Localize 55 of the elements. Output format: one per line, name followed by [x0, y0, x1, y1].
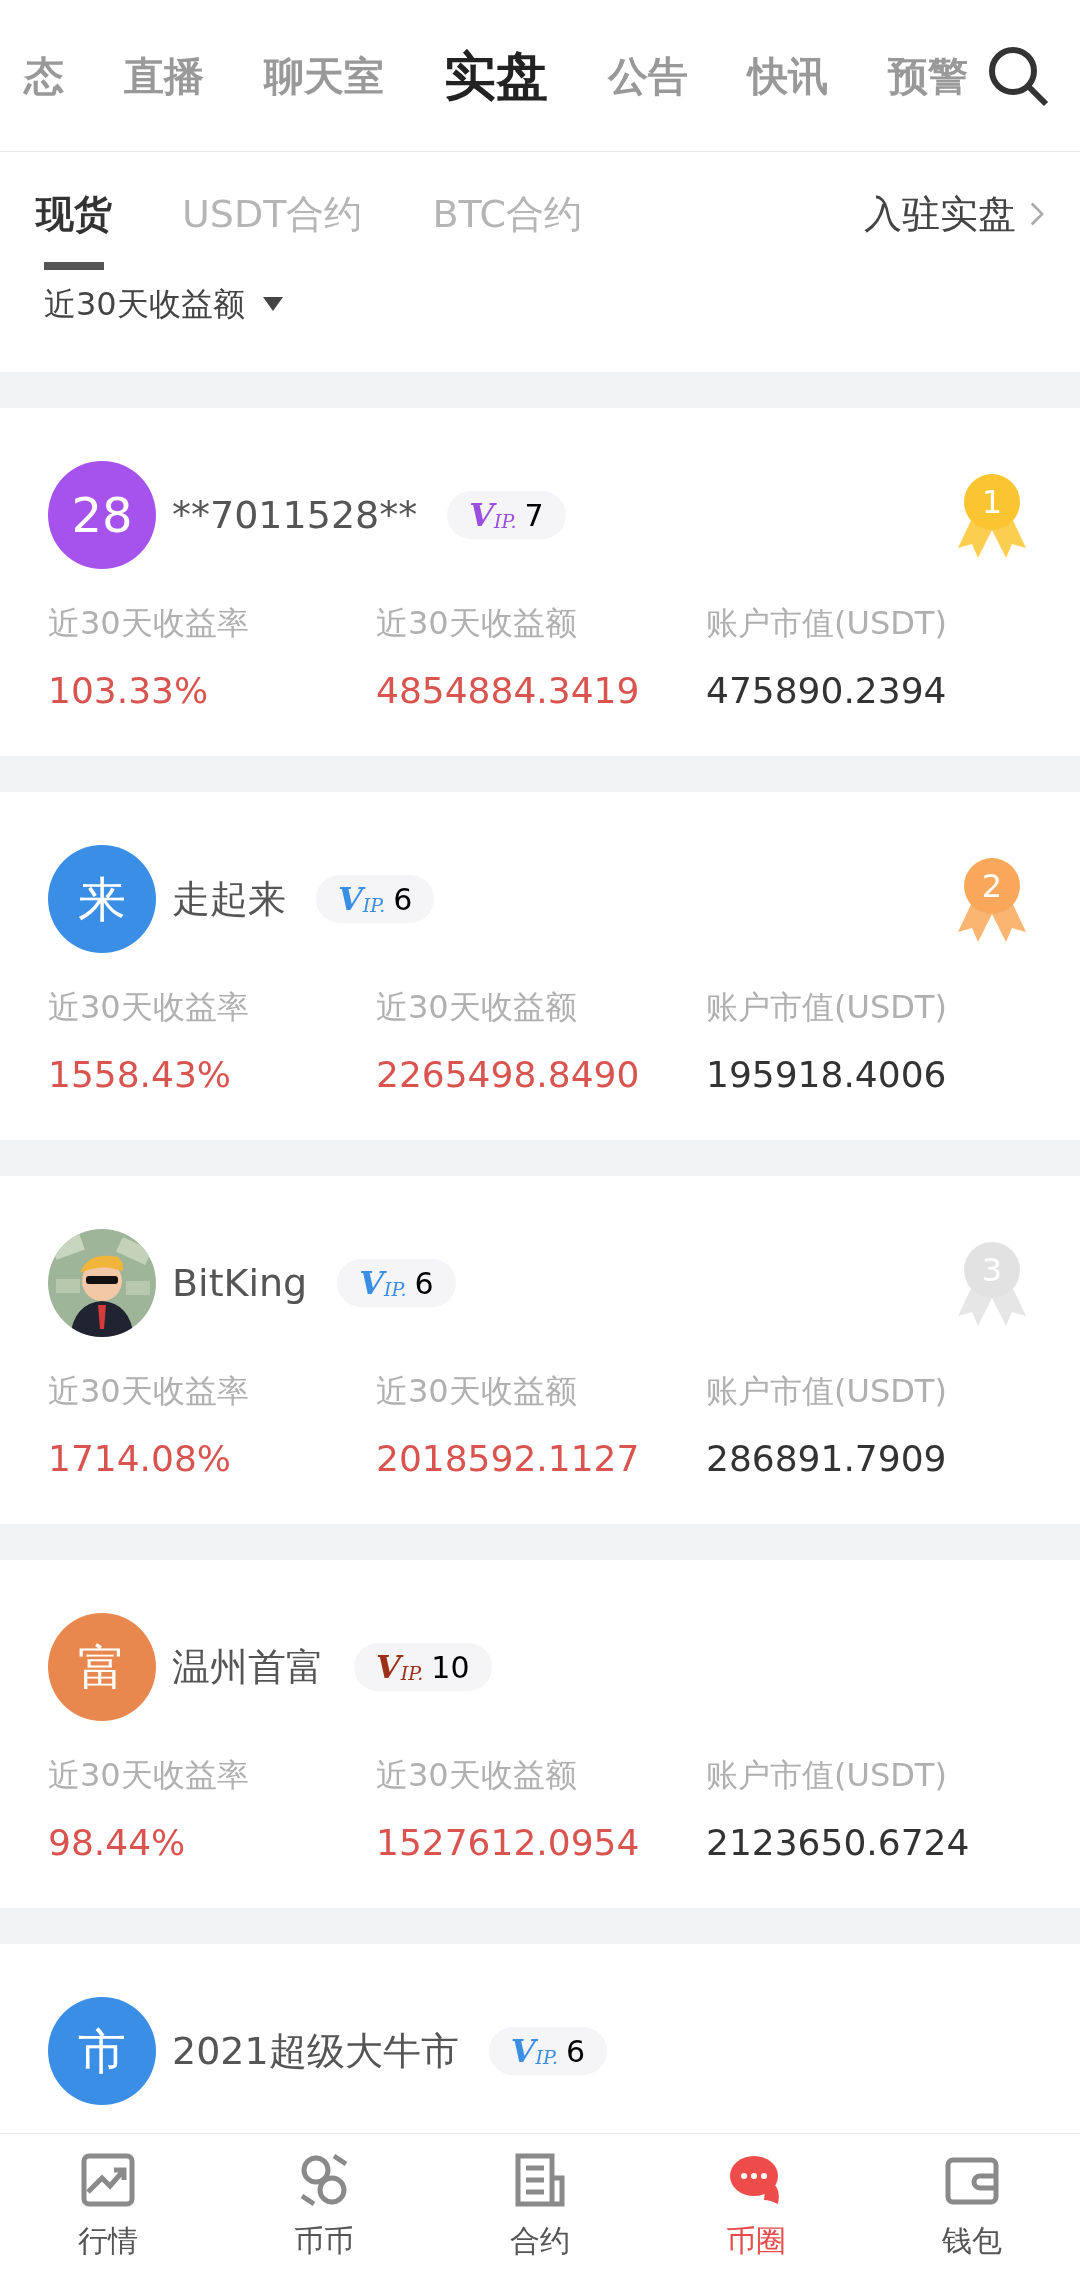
stat-value: 4854884.3419 — [376, 671, 640, 711]
vip-badge: VIP. 10 — [354, 1643, 492, 1691]
stat-value: 2018592.1127 — [376, 1439, 640, 1479]
rank-number: 2 — [980, 866, 1004, 906]
trader-card[interactable]: 来 走起来 VIP. 6 2 近30天收益率 1558.43% 近30天收益额 2265498.8490 账户市值(USDT) 195918.4006 — [0, 792, 1080, 1140]
stat-label: 账户市值(USDT) — [706, 603, 947, 643]
stat-value: 2265498.8490 — [376, 1055, 640, 1095]
stat-label: 账户市值(USDT) — [706, 987, 947, 1027]
stat-value: 1714.08% — [48, 1439, 232, 1479]
trader-name: BitKing — [172, 1259, 308, 1307]
stat-value: 286891.7909 — [706, 1439, 947, 1479]
trader-card[interactable]: 富 温州首富 VIP. 10 近30天收益率 98.44% 近30天收益额 1527612.0954 账户市值(USDT) 2123650.6724 — [0, 1560, 1080, 1908]
sort-dropdown[interactable]: 近30天收益额 — [44, 280, 283, 328]
stat-value: 475890.2394 — [706, 671, 947, 711]
trader-name: **7011528** — [172, 491, 418, 539]
nav-tab[interactable]: 币币 — [216, 2134, 432, 2284]
stat-label: 近30天收益率 — [48, 1755, 249, 1795]
chevron-right-icon — [1030, 201, 1044, 227]
trader-name: 温州首富 — [172, 1643, 324, 1691]
vip-badge: VIP. 7 — [447, 491, 566, 539]
stat-value: 103.33% — [48, 671, 209, 711]
avatar: 28 — [48, 461, 156, 569]
stat-label: 近30天收益额 — [376, 603, 577, 643]
vip-badge: VIP. 6 — [488, 2027, 608, 2075]
stat-value: 2123650.6724 — [706, 1823, 970, 1863]
stat-label: 账户市值(USDT) — [706, 1371, 947, 1411]
nav-tab[interactable]: 合约 — [432, 2134, 648, 2284]
stat-value: 1558.43% — [48, 1055, 232, 1095]
stat-value: 1527612.0954 — [376, 1823, 640, 1863]
avatar: 来 — [48, 845, 156, 953]
sub-tab[interactable]: 现货 — [36, 190, 112, 270]
nav-tab[interactable]: 币圈 — [648, 2134, 864, 2284]
top-tab[interactable]: 实盘 — [444, 36, 548, 115]
nav-tab[interactable]: 钱包 — [864, 2134, 1080, 2284]
trader-card[interactable]: 市 2021超级大牛市 VIP. 6 — [0, 1944, 1080, 2133]
trader-name: 2021超级大牛市 — [172, 2027, 459, 2075]
stat-value: 195918.4006 — [706, 1055, 947, 1095]
stat-label: 账户市值(USDT) — [706, 1755, 947, 1795]
avatar: 富 — [48, 1613, 156, 1721]
stat-label: 近30天收益率 — [48, 603, 249, 643]
stat-label: 近30天收益率 — [48, 1371, 249, 1411]
stat-label: 近30天收益额 — [376, 1755, 577, 1795]
caret-down-icon — [262, 297, 283, 311]
trader-name: 走起来 — [172, 875, 286, 923]
vip-badge: VIP. 6 — [337, 1259, 456, 1307]
nav-tab[interactable]: 行情 — [0, 2134, 216, 2284]
stat-label: 近30天收益额 — [376, 1371, 577, 1411]
stat-value: 98.44% — [48, 1823, 186, 1863]
rank-number: 1 — [980, 482, 1004, 522]
stat-label: 近30天收益率 — [48, 987, 249, 1027]
vip-badge: VIP. 6 — [316, 875, 435, 923]
stat-label: 近30天收益额 — [376, 987, 577, 1027]
join-link[interactable]: 入驻实盘 — [864, 190, 1044, 238]
trader-card[interactable]: 28 **7011528** VIP. 7 1 近30天收益率 103.33% 近30天收益额 4854884.3419 账户市值(USDT) 475890.2394 — [0, 408, 1080, 756]
avatar: 市 — [48, 1997, 156, 2105]
